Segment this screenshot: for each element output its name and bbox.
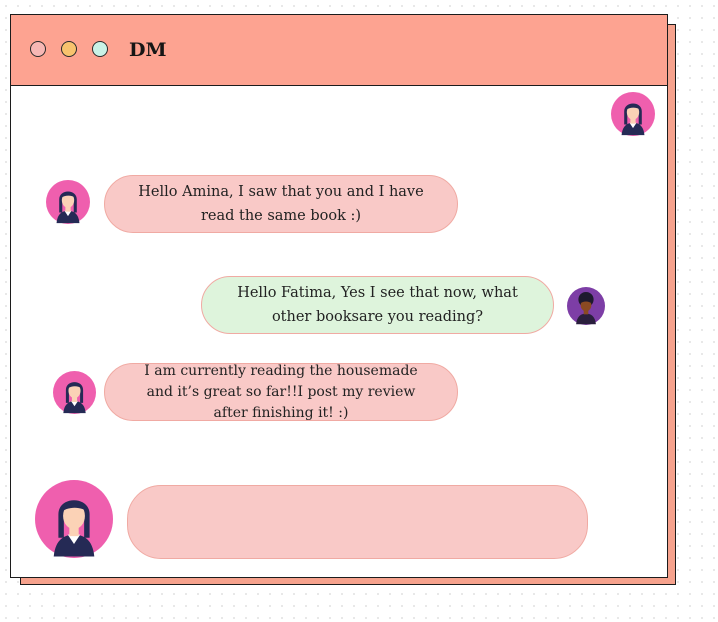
- message-text: I am currently reading the housemade and…: [144, 363, 418, 421]
- message-composer-input[interactable]: [127, 485, 588, 559]
- composer-avatar: [35, 480, 113, 558]
- message-avatar-fatima: [46, 180, 90, 224]
- user-avatar-icon: [611, 92, 655, 136]
- user-avatar-icon: [567, 287, 605, 325]
- profile-avatar[interactable]: [611, 92, 655, 136]
- user-avatar-icon: [53, 371, 96, 414]
- message-bubble-incoming: I am currently reading the housemade and…: [104, 363, 458, 421]
- user-avatar-icon: [35, 480, 113, 558]
- message-avatar-amina: [567, 287, 605, 325]
- message-text: Hello Amina, I saw that you and I have r…: [138, 184, 424, 224]
- message-bubble-incoming: Hello Amina, I saw that you and I have r…: [104, 175, 458, 233]
- dm-window: DM Hello Amina, I saw that you and I hav…: [10, 14, 668, 578]
- message-avatar-fatima: [53, 371, 96, 414]
- user-avatar-icon: [46, 180, 90, 224]
- minimize-dot-button[interactable]: [61, 41, 77, 57]
- close-dot-button[interactable]: [30, 41, 46, 57]
- window-title: DM: [129, 39, 167, 61]
- title-bar: DM: [11, 15, 667, 86]
- message-text: Hello Fatima, Yes I see that now, what o…: [237, 285, 518, 325]
- maximize-dot-button[interactable]: [92, 41, 108, 57]
- message-bubble-outgoing: Hello Fatima, Yes I see that now, what o…: [201, 276, 554, 334]
